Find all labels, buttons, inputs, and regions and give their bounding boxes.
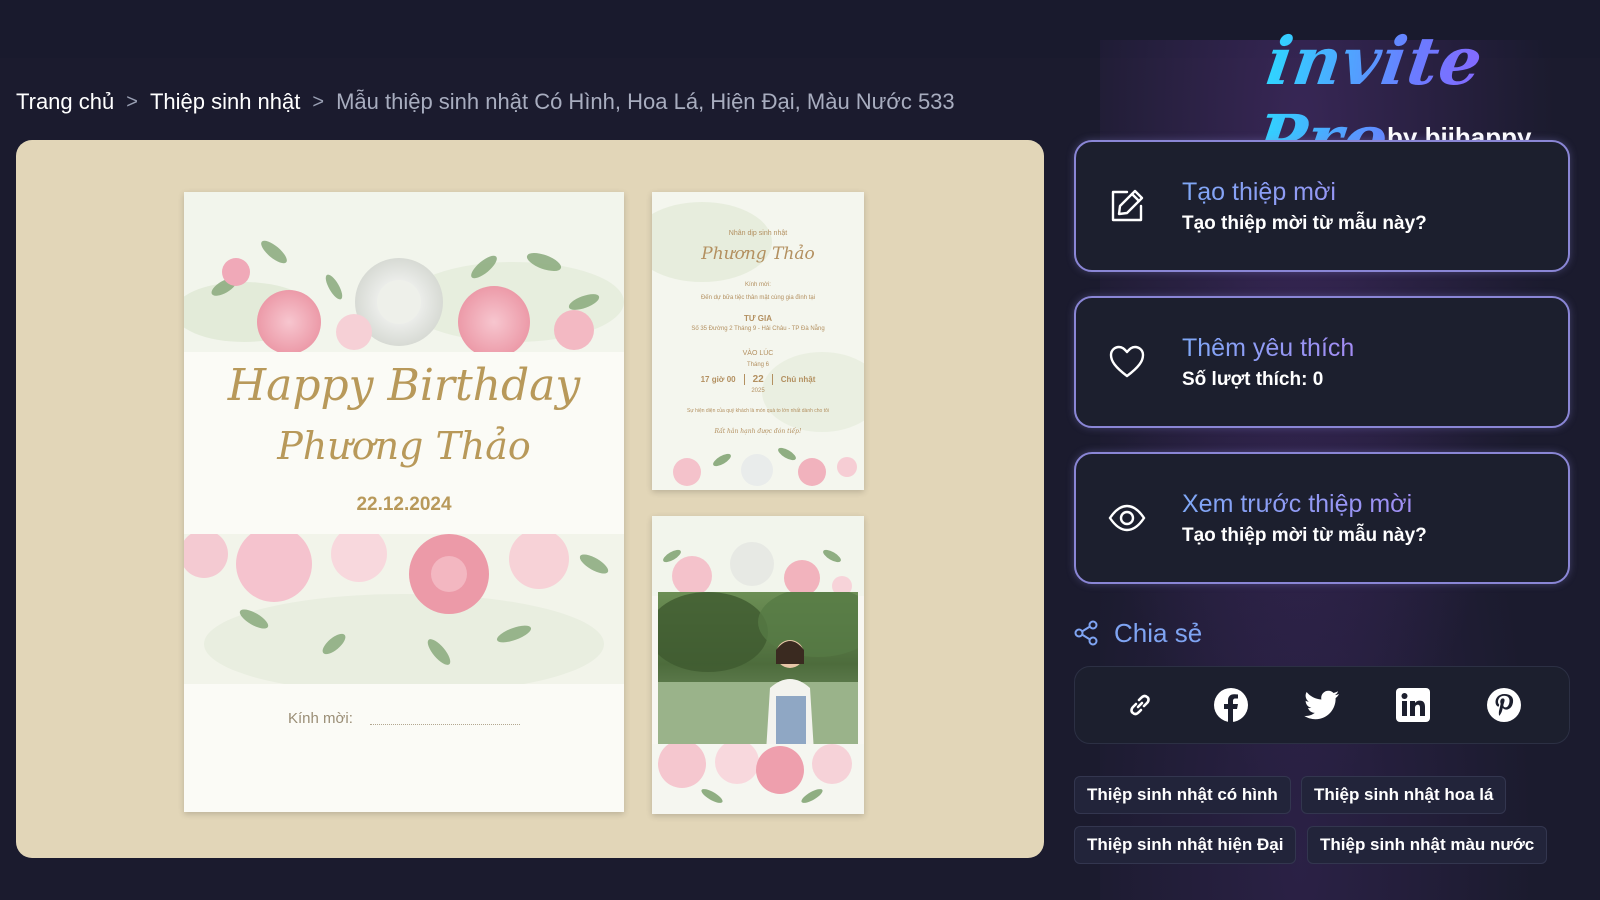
twitter-icon: [1304, 690, 1339, 720]
share-bar: [1074, 666, 1570, 744]
heart-icon: [1102, 337, 1152, 387]
share-label: Chia sẻ: [1114, 617, 1203, 648]
edit-icon: [1102, 181, 1152, 231]
birthday-photo: [658, 592, 858, 752]
share-icon: [1074, 620, 1098, 646]
create-invitation-text: Tạo thiệp mời Tạo thiệp mời từ mẫu này?: [1182, 178, 1427, 235]
preview-invitation-title: Xem trước thiệp mời: [1182, 490, 1427, 519]
breadcrumb-home-link[interactable]: Trang chủ: [16, 89, 114, 115]
link-icon: [1130, 694, 1151, 716]
card-weekday: Chủ nhật: [780, 375, 816, 384]
create-invitation-subtitle: Tạo thiệp mời từ mẫu này?: [1182, 212, 1427, 234]
card-address: Số 35 Đường 2 Tháng 9 - Hải Châu - TP Đà…: [691, 326, 825, 332]
breadcrumb-separator: >: [312, 90, 325, 113]
create-invitation-button[interactable]: Tạo thiệp mời Tạo thiệp mời từ mẫu này?: [1074, 140, 1570, 272]
card-date-row: 17 giờ 00 22 Chủ nhật: [652, 374, 864, 385]
photo-illustration: [658, 592, 858, 752]
card-venue-title: TƯ GIA: [744, 314, 772, 323]
floral-bottom-small-illustration: [652, 744, 864, 814]
card-year: 2025: [751, 388, 765, 394]
card-date: 22.12.2024: [356, 494, 452, 515]
card-attend-text: Đến dự bữa tiệc thân mật cùng gia đình t…: [700, 295, 816, 301]
breadcrumb-current: Mẫu thiệp sinh nhật Có Hình, Hoa Lá, Hiệ…: [336, 89, 955, 114]
tag-link[interactable]: Thiệp sinh nhật hiện Đại: [1074, 826, 1297, 864]
share-heading: Chia sẻ: [1072, 618, 1202, 648]
floral-top-small-illustration: [652, 516, 864, 596]
tag-link[interactable]: Thiệp sinh nhật hoa lá: [1301, 776, 1507, 814]
card-front-preview[interactable]: Happy Birthday Phương Thảo 22.12.2024 Kí…: [184, 192, 624, 812]
breadcrumb-category-link[interactable]: Thiệp sinh nhật: [150, 89, 300, 115]
card-title: Happy Birthday: [227, 360, 581, 411]
card-month: Tháng 6: [746, 362, 770, 368]
facebook-icon: [1214, 688, 1249, 722]
tag-link[interactable]: Thiệp sinh nhật có hình: [1074, 776, 1291, 814]
floral-bottom-illustration: [184, 534, 624, 684]
card-name: Phương Thảo: [277, 424, 531, 468]
card-photo-preview[interactable]: [652, 516, 864, 814]
like-count: Số lượt thích: 0: [1182, 368, 1324, 390]
eye-icon: [1102, 493, 1152, 543]
card-inside-preview[interactable]: Nhân dịp sinh nhật Phương Thảo Kính mời:…: [652, 192, 864, 490]
breadcrumb: Trang chủ > Thiệp sinh nhật > Mẫu thiệp …: [16, 88, 955, 116]
preview-invitation-subtitle: Tạo thiệp mời từ mẫu này?: [1182, 524, 1427, 546]
floral-top-illustration: [184, 192, 624, 352]
card-small-invite: Kính mời:: [745, 282, 771, 288]
preview-invitation-button[interactable]: Xem trước thiệp mời Tạo thiệp mời từ mẫu…: [1074, 452, 1570, 584]
create-invitation-title: Tạo thiệp mời: [1182, 178, 1427, 207]
linkedin-icon: [1395, 688, 1430, 722]
breadcrumb-separator: >: [126, 90, 138, 113]
share-linkedin-button[interactable]: [1393, 685, 1433, 725]
card-invite-label: Kính mời:: [288, 710, 353, 727]
share-twitter-button[interactable]: [1302, 685, 1342, 725]
card-note: Sự hiện diện của quý khách là món quà to…: [687, 408, 829, 414]
card-thanks: Rất hân hạnh được đón tiếp!: [714, 428, 802, 435]
share-facebook-button[interactable]: [1211, 685, 1251, 725]
card-occasion: Nhân dịp sinh nhật: [728, 230, 788, 237]
add-favorite-button[interactable]: Thêm yêu thích Số lượt thích: 0: [1074, 296, 1570, 428]
card-day: 22: [743, 374, 773, 385]
preview-invitation-text: Xem trước thiệp mời Tạo thiệp mời từ mẫu…: [1182, 490, 1427, 547]
tag-link[interactable]: Thiệp sinh nhật màu nước: [1307, 826, 1548, 864]
card-time: 17 giờ 00: [700, 375, 736, 384]
card-time-title: VÀO LÚC: [742, 350, 774, 357]
share-pinterest-button[interactable]: [1484, 685, 1524, 725]
add-favorite-title: Thêm yêu thích: [1182, 333, 1355, 362]
copy-link-button[interactable]: [1120, 685, 1160, 725]
add-favorite-text: Thêm yêu thích Số lượt thích: 0: [1182, 334, 1354, 391]
pinterest-icon: [1486, 688, 1521, 722]
card-invite-line: [370, 724, 520, 725]
card-small-name: Phương Thảo: [701, 244, 815, 264]
